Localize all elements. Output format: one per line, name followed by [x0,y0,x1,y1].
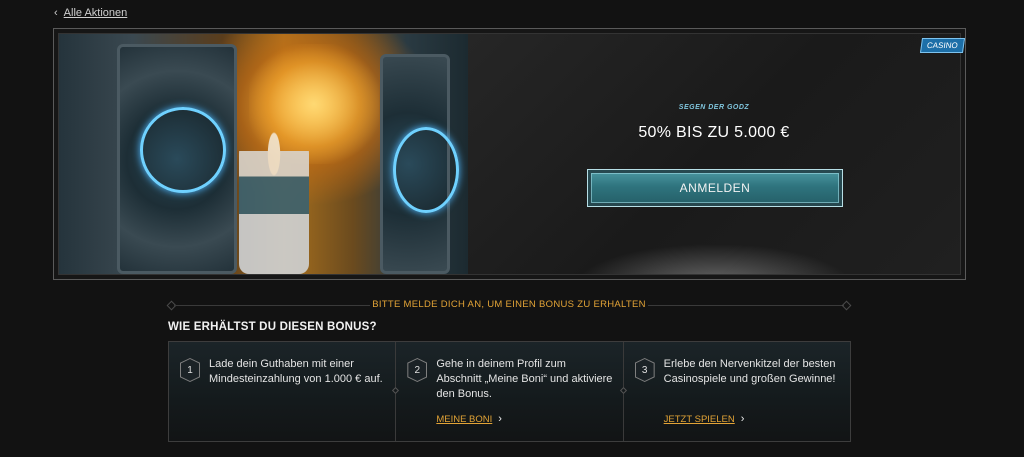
back-link-label: Alle Aktionen [63,7,128,19]
step-2: 2 Gehe in deinem Profil zum Abschnitt „M… [392,342,622,441]
how-to-title: WIE ERHÄLTST DU DIESEN BONUS? [168,321,377,333]
step-3: 3 Erlebe den Nervenkitzel der besten Cas… [619,342,850,441]
promo-subtitle: SEGEN DER GODZ [678,104,750,111]
register-button[interactable]: ANMELDEN [587,169,843,207]
casino-badge: CASINO [920,38,966,53]
my-bonuses-link-label: MEINE BONI [436,413,493,425]
chevron-left-icon: ‹ [54,7,58,19]
promo-artwork [59,34,468,274]
chevron-right-icon: › [740,413,745,425]
play-now-link-label: JETZT SPIELEN [663,413,735,425]
step-number: 1 [181,359,199,381]
my-bonuses-link[interactable]: MEINE BONI › [436,413,502,425]
promo-panel: CASINO SEGEN DER GODZ 50% BIS ZU 5.000 €… [468,34,966,274]
step-number: 2 [408,359,427,381]
promo-banner: CASINO SEGEN DER GODZ 50% BIS ZU 5.000 €… [53,28,966,280]
step-text: Lade dein Guthaben mit einer Mindesteinz… [209,358,383,385]
chevron-right-icon: › [498,413,502,425]
step-text: Gehe in deinem Profil zum Abschnitt „Mei… [436,358,613,400]
login-notice: BITTE MELDE DICH AN, UM EINEN BONUS ZU E… [166,299,852,313]
promo-headline: 50% BIS ZU 5.000 € [638,124,790,141]
heroine-figure [239,124,309,274]
back-link[interactable]: ‹ Alle Aktionen [54,7,127,19]
step-number: 3 [635,359,654,381]
play-now-link[interactable]: JETZT SPIELEN › [664,413,745,425]
rune-door-right [380,54,459,274]
steps-panel: 1 Lade dein Guthaben mit einer Mindestei… [168,341,851,442]
step-1: 1 Lade dein Guthaben mit einer Mindestei… [169,342,395,441]
step-text: Erlebe den Nervenkitzel der besten Casin… [663,358,836,385]
rune-door-left [117,44,237,274]
divider-line [648,305,844,306]
